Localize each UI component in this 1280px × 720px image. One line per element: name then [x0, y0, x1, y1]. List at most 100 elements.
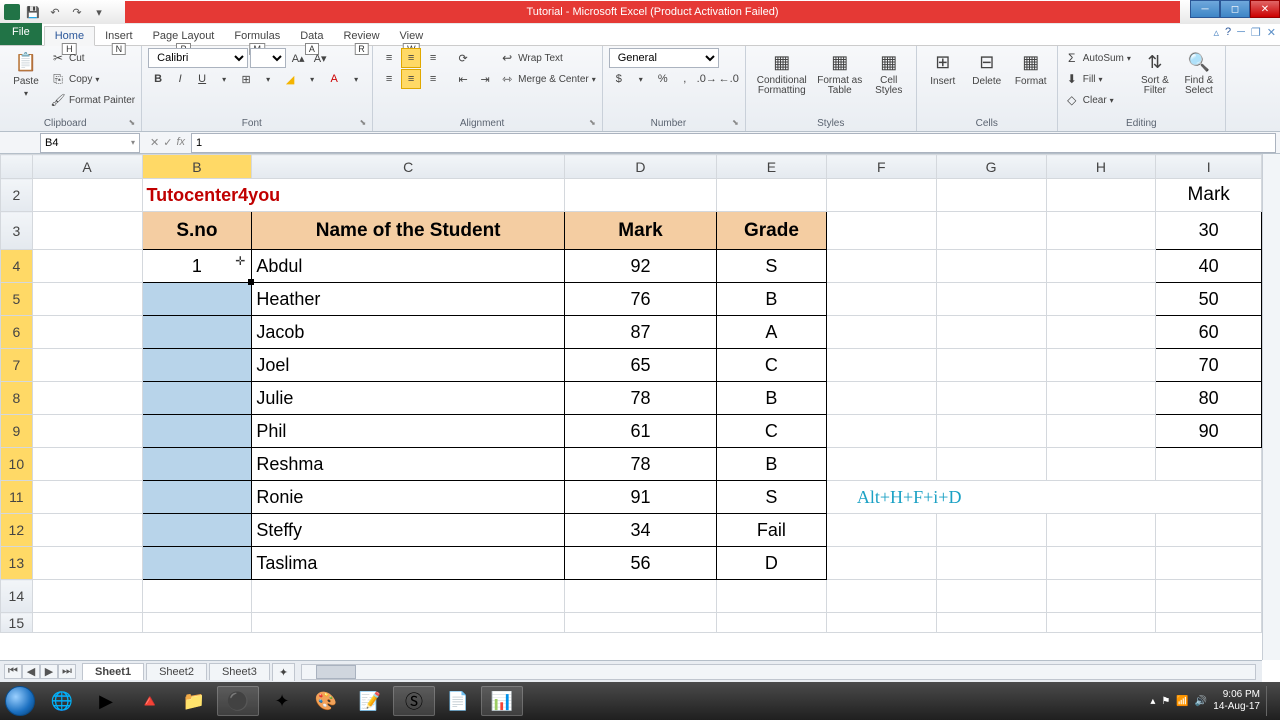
tray-clock[interactable]: 9:06 PM 14-Aug-17	[1213, 689, 1260, 713]
tray-flag-icon[interactable]: ⚑	[1161, 696, 1170, 707]
sheet-nav-last-icon[interactable]: ⏭	[58, 664, 76, 679]
cell-mark-value[interactable]: 70	[1156, 349, 1262, 382]
row-header[interactable]: 8	[1, 382, 33, 415]
close-button[interactable]: ✕	[1250, 0, 1280, 18]
taskbar-vlc-icon[interactable]: 🔺	[129, 686, 171, 716]
sort-filter-button[interactable]: ⇅Sort & Filter	[1135, 48, 1175, 96]
cell-header-sno[interactable]: S.no	[142, 212, 252, 250]
accounting-format-icon[interactable]: $	[609, 69, 629, 89]
select-all-corner[interactable]	[1, 155, 33, 179]
cell-sno[interactable]	[142, 547, 252, 580]
fill-color-more-icon[interactable]: ▾	[302, 69, 322, 89]
cell-mark[interactable]: 78	[564, 448, 716, 481]
cell-header-name[interactable]: Name of the Student	[252, 212, 565, 250]
cell-grade[interactable]: B	[717, 382, 827, 415]
taskbar-chrome-icon[interactable]: 🌐	[41, 686, 83, 716]
cell-grade[interactable]: D	[717, 547, 827, 580]
cell-name[interactable]: Ronie	[252, 481, 565, 514]
borders-more-icon[interactable]: ▾	[258, 69, 278, 89]
col-header[interactable]: G	[936, 155, 1046, 179]
align-top-icon[interactable]: ≡	[379, 48, 399, 68]
row-header[interactable]: 9	[1, 415, 33, 448]
cell-styles-button[interactable]: ▦Cell Styles	[868, 48, 910, 96]
cell-sno[interactable]	[142, 481, 252, 514]
row-header[interactable]: 6	[1, 316, 33, 349]
align-bottom-icon[interactable]: ≡	[423, 48, 443, 68]
col-header[interactable]: E	[717, 155, 827, 179]
minimize-button[interactable]: ─	[1190, 0, 1220, 18]
taskbar-excel-icon[interactable]: 📊	[481, 686, 523, 716]
tab-data[interactable]: DataA	[290, 27, 333, 45]
find-select-button[interactable]: 🔍Find & Select	[1179, 48, 1219, 96]
align-middle-icon[interactable]: ≡	[401, 48, 421, 68]
cell-mark-value[interactable]: 40	[1156, 250, 1262, 283]
enter-formula-icon[interactable]: ✓	[163, 136, 172, 149]
cell-mark-value[interactable]: 60	[1156, 316, 1262, 349]
cell-name[interactable]: Phil	[252, 415, 565, 448]
row-header[interactable]: 14	[1, 580, 33, 613]
fill-color-button[interactable]: ◢	[280, 69, 300, 89]
cell-grade[interactable]: S	[717, 481, 827, 514]
font-color-more-icon[interactable]: ▾	[346, 69, 366, 89]
font-size-select[interactable]: 11	[250, 48, 286, 68]
font-color-button[interactable]: A	[324, 69, 344, 89]
decrease-indent-icon[interactable]: ⇤	[453, 69, 473, 89]
decrease-decimal-icon[interactable]: ←.0	[719, 69, 739, 89]
comma-format-icon[interactable]: ,	[675, 69, 695, 89]
col-header[interactable]: C	[252, 155, 565, 179]
italic-button[interactable]: I	[170, 69, 190, 89]
qat-customize-icon[interactable]: ▾	[90, 3, 108, 21]
cell-sno[interactable]	[142, 415, 252, 448]
sheet-nav-prev-icon[interactable]: ◀	[22, 664, 40, 679]
sheet-tab[interactable]: Sheet3	[209, 663, 270, 680]
redo-icon[interactable]: ↷	[68, 3, 86, 21]
cell-header-mark[interactable]: Mark	[564, 212, 716, 250]
cell-sno[interactable]	[142, 448, 252, 481]
tray-show-hidden-icon[interactable]: ▴	[1150, 696, 1155, 707]
doc-minimize-icon[interactable]: ─	[1237, 26, 1245, 39]
col-header[interactable]: A	[32, 155, 142, 179]
cell-name[interactable]: Abdul	[252, 250, 565, 283]
fx-icon[interactable]: fx	[176, 136, 185, 149]
taskbar-app-icon[interactable]: ✦	[261, 686, 303, 716]
merge-center-button[interactable]: ⇿Merge & Center▾	[499, 69, 596, 89]
cell-mark[interactable]: 65	[564, 349, 716, 382]
copy-button[interactable]: ⎘Copy▾	[50, 69, 135, 89]
maximize-button[interactable]: ◻	[1220, 0, 1250, 18]
col-header[interactable]: I	[1156, 155, 1262, 179]
worksheet-grid[interactable]: A B C D E F G H I 2 Tutocenter4you Mark …	[0, 154, 1262, 660]
undo-icon[interactable]: ↶	[46, 3, 64, 21]
cell-grade[interactable]: A	[717, 316, 827, 349]
taskbar-explorer-icon[interactable]: 📁	[173, 686, 215, 716]
row-header[interactable]: 11	[1, 481, 33, 514]
cell-name[interactable]: Steffy	[252, 514, 565, 547]
cell-mark[interactable]: 92	[564, 250, 716, 283]
underline-button[interactable]: U	[192, 69, 212, 89]
row-header[interactable]: 5	[1, 283, 33, 316]
percent-format-icon[interactable]: %	[653, 69, 673, 89]
cell-mark[interactable]: 34	[564, 514, 716, 547]
format-painter-button[interactable]: 🖌Format Painter	[50, 90, 135, 110]
taskbar-app-icon[interactable]: ▶	[85, 686, 127, 716]
orientation-icon[interactable]: ⟳	[453, 48, 473, 68]
cell-mark-value[interactable]: 30	[1156, 212, 1262, 250]
sheet-nav-first-icon[interactable]: ⏮	[4, 664, 22, 679]
cell-grade[interactable]: C	[717, 415, 827, 448]
col-header[interactable]: F	[826, 155, 936, 179]
dialog-launcher-icon[interactable]: ⬊	[359, 118, 366, 127]
minimize-ribbon-icon[interactable]: ▵	[1213, 26, 1219, 39]
row-header[interactable]: 13	[1, 547, 33, 580]
cell-sno[interactable]	[142, 514, 252, 547]
dialog-launcher-icon[interactable]: ⬊	[732, 118, 739, 127]
doc-restore-icon[interactable]: ❐	[1251, 26, 1261, 39]
cell-grade[interactable]: C	[717, 349, 827, 382]
row-header[interactable]: 3	[1, 212, 33, 250]
cell-mark-value[interactable]: 90	[1156, 415, 1262, 448]
accounting-more-icon[interactable]: ▾	[631, 69, 651, 89]
cell-name[interactable]: Jacob	[252, 316, 565, 349]
tab-page-layout[interactable]: Page LayoutP	[143, 27, 225, 45]
active-cell[interactable]: 1✛	[142, 250, 252, 283]
cell-mark[interactable]: 61	[564, 415, 716, 448]
cell-sno[interactable]	[142, 316, 252, 349]
doc-close-icon[interactable]: ✕	[1267, 26, 1276, 39]
